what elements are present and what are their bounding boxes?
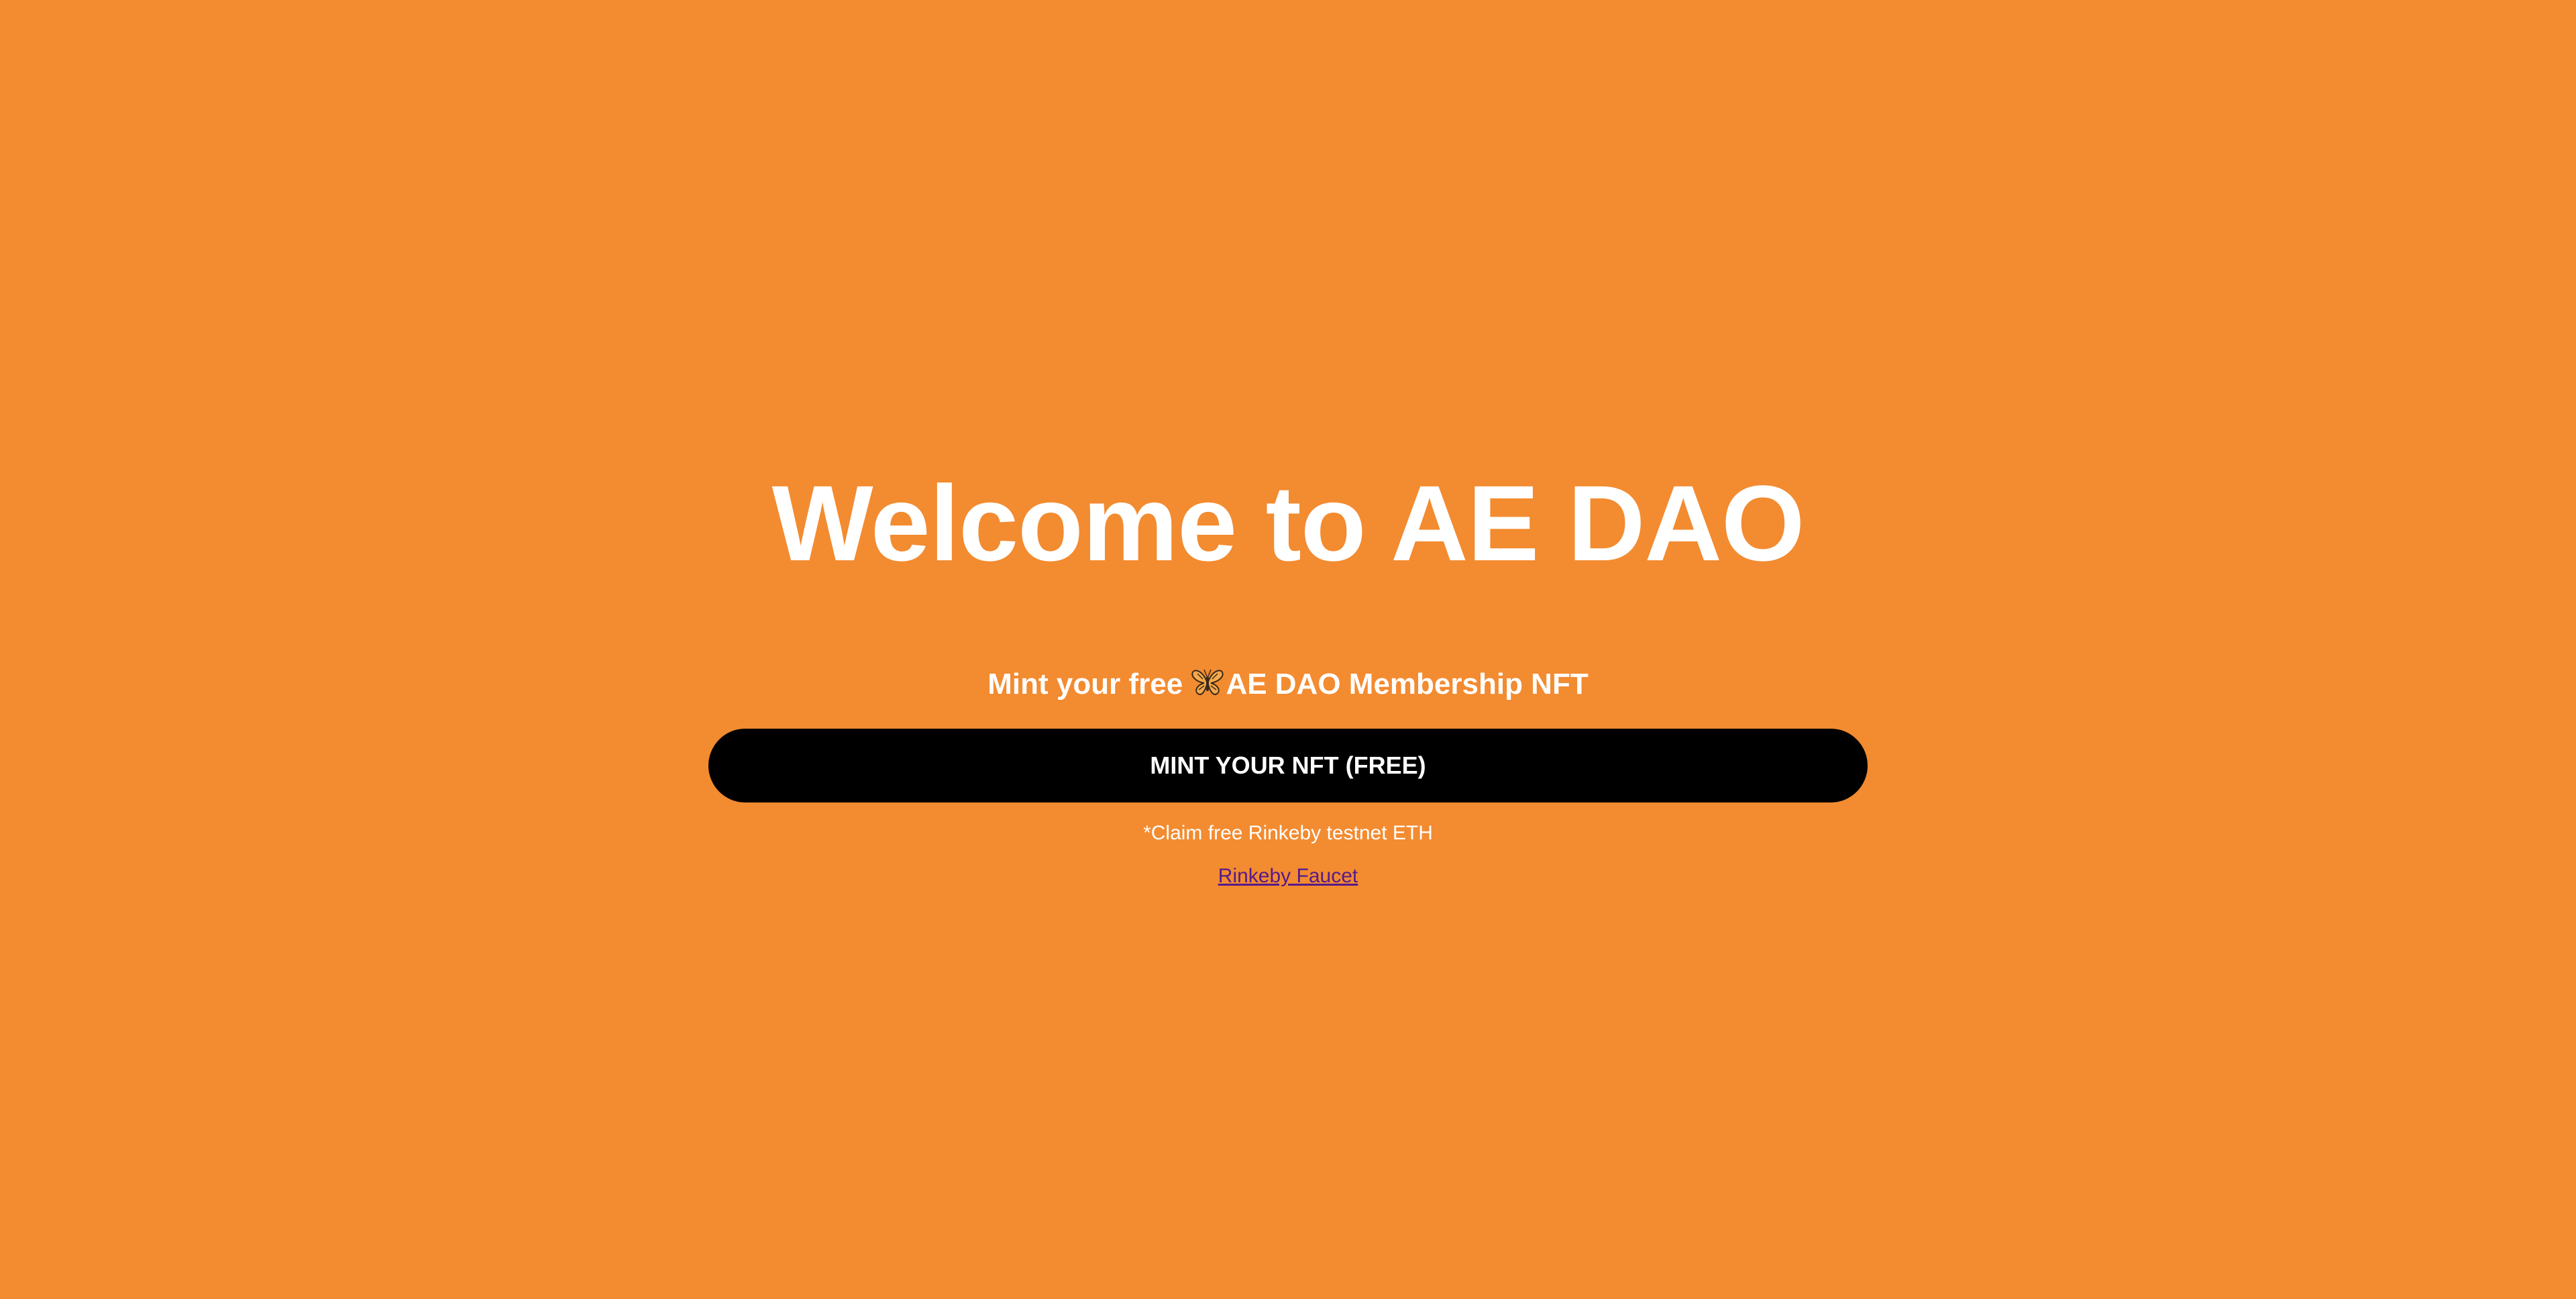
rinkeby-faucet-link[interactable]: Rinkeby Faucet (1218, 865, 1358, 887)
mint-subtitle-prefix: Mint your free (987, 668, 1191, 700)
page: Welcome to AE DAO Mint your free AE DAO … (0, 0, 2576, 1299)
mint-subtitle: Mint your free AE DAO Membership NFT (0, 664, 2576, 705)
butterfly-icon (1191, 669, 1224, 695)
testnet-note: *Claim free Rinkeby testnet ETH (1143, 822, 1433, 844)
mint-nft-button[interactable]: MINT YOUR NFT (FREE) (708, 729, 1868, 802)
page-title: Welcome to AE DAO (771, 463, 1805, 583)
faucet-link-row: Rinkeby Faucet (0, 863, 2576, 890)
mint-subtitle-suffix: AE DAO Membership NFT (1226, 668, 1589, 700)
